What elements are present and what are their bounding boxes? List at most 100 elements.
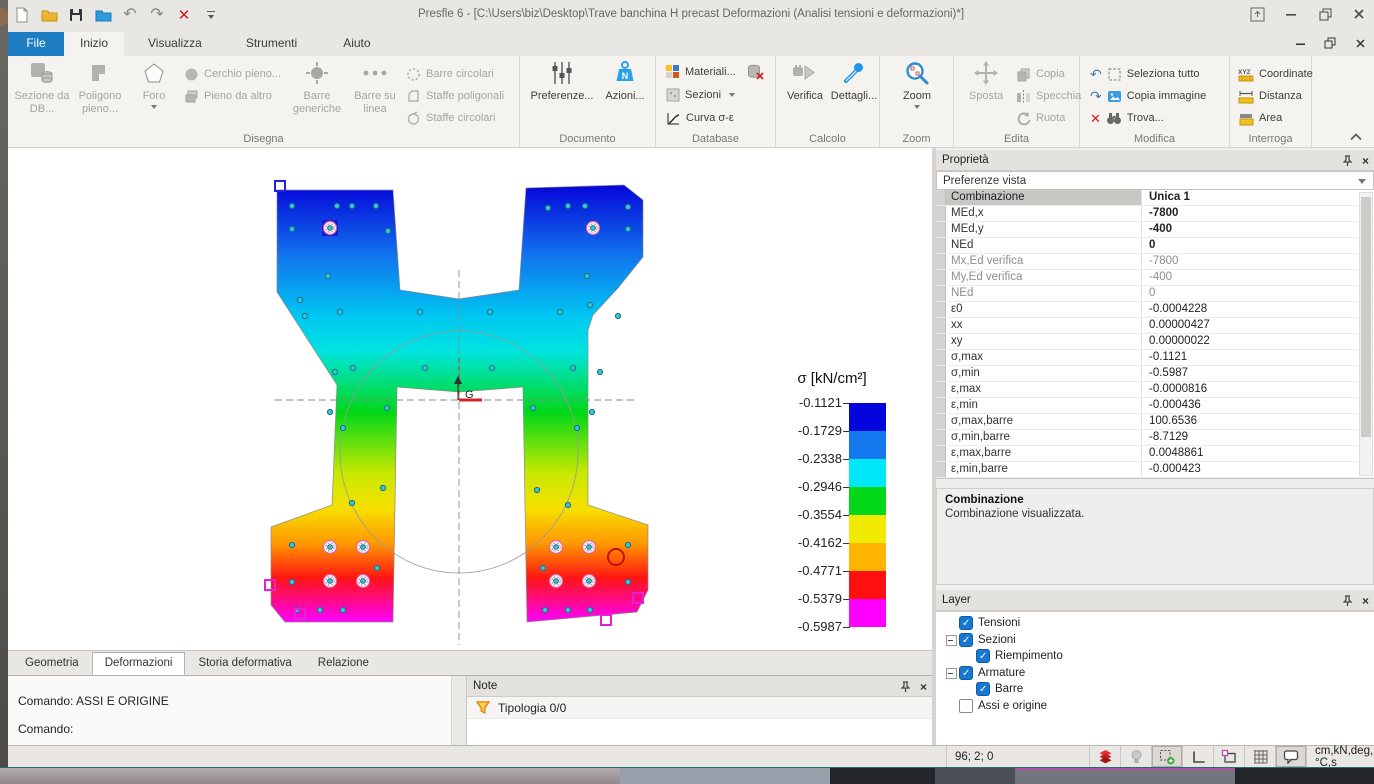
import-folder-icon[interactable] — [93, 5, 113, 25]
materiali-button[interactable]: Materiali... — [666, 62, 764, 82]
property-row[interactable]: MEd,x -7800 — [936, 206, 1374, 222]
sezioni-button[interactable]: Sezioni — [666, 85, 735, 105]
rebar-dot[interactable] — [625, 542, 630, 547]
doc-restore-button[interactable] — [1322, 35, 1338, 51]
property-row[interactable]: ε0 -0.0004228 — [936, 302, 1374, 318]
rebar-dot[interactable] — [557, 309, 562, 314]
restore-button[interactable] — [1316, 5, 1334, 23]
collapse-ribbon-icon[interactable] — [1350, 133, 1362, 141]
tab-strumenti[interactable]: Strumenti — [230, 32, 313, 56]
property-row[interactable]: ε,max -0.0000816 — [936, 382, 1374, 398]
delete-selection-icon[interactable]: ✕ — [1090, 111, 1101, 126]
property-value[interactable]: 0.00000427 — [1142, 318, 1374, 333]
curva-sigma-eps-button[interactable]: Curva σ-ε — [666, 108, 734, 128]
layer-row[interactable]: Sezioni — [944, 632, 1374, 649]
properties-close-icon[interactable]: × — [1362, 154, 1369, 168]
strand-core[interactable] — [328, 579, 333, 584]
strand-core[interactable] — [591, 226, 596, 231]
rebar-dot[interactable] — [422, 365, 427, 370]
tooltip-toggle[interactable] — [1276, 746, 1307, 767]
rebar-dot[interactable] — [582, 203, 587, 208]
rebar-dot[interactable] — [340, 425, 345, 430]
rebar-dot[interactable] — [625, 226, 630, 231]
highlight-toggle[interactable] — [1121, 746, 1152, 767]
redo-icon[interactable]: ↷ — [147, 5, 167, 25]
property-value[interactable]: -400 — [1142, 222, 1374, 237]
undo-arrow-icon[interactable]: ↶ — [1090, 66, 1102, 82]
grid-toggle[interactable] — [1245, 746, 1276, 767]
coordinate-button[interactable]: XYZ Coordinate — [1238, 64, 1313, 84]
property-value[interactable]: -0.000436 — [1142, 398, 1374, 413]
property-value[interactable]: 0 — [1142, 286, 1374, 301]
specchia-button[interactable]: Specchia — [1016, 86, 1081, 106]
sezione-da-db-button[interactable]: Sezione da DB... — [14, 58, 70, 116]
command-panel[interactable]: Comando: ASSI E ORIGINE Comando: — [8, 675, 467, 745]
rebar-dot[interactable] — [327, 409, 332, 414]
rebar-dot[interactable] — [289, 203, 294, 208]
units-indicator[interactable]: cm,kN,deg,°C,s — [1307, 746, 1374, 767]
tree-expand-icon[interactable] — [944, 699, 957, 712]
command-scrollbar[interactable] — [451, 676, 466, 745]
ortho-toggle[interactable] — [1214, 746, 1245, 767]
rebar-dot[interactable] — [487, 309, 492, 314]
layer-row[interactable]: Barre — [944, 681, 1374, 698]
tab-visualizza[interactable]: Visualizza — [132, 32, 218, 56]
doc-minimize-button[interactable] — [1292, 35, 1308, 51]
copia-immagine-button[interactable]: ↷ Copia immagine — [1090, 86, 1206, 106]
layer-close-icon[interactable]: × — [1362, 594, 1369, 608]
property-value[interactable]: -0.0000816 — [1142, 382, 1374, 397]
property-value[interactable]: -0.000423 — [1142, 462, 1374, 477]
rebar-dot[interactable] — [597, 369, 602, 374]
property-value[interactable]: 0.0048861 — [1142, 446, 1374, 461]
layer-checkbox[interactable] — [976, 682, 990, 696]
property-row[interactable]: ε,min,barre -0.000423 — [936, 462, 1374, 478]
selection-grip[interactable] — [275, 181, 285, 191]
axes-toggle[interactable] — [1183, 746, 1214, 767]
property-value[interactable]: 0 — [1142, 238, 1374, 253]
property-value[interactable]: -8.7129 — [1142, 430, 1374, 445]
tree-expand-icon[interactable] — [944, 617, 957, 630]
foro-button[interactable]: Foro — [130, 58, 178, 109]
rebar-dot[interactable] — [374, 565, 379, 570]
property-row[interactable]: Combinazione Unica 1 — [936, 190, 1374, 206]
rebar-dot[interactable] — [384, 405, 389, 410]
view-preferences-select[interactable]: Preferenze vista — [936, 171, 1374, 190]
database-remove-icon[interactable] — [747, 64, 764, 80]
rebar-dot[interactable] — [545, 205, 550, 210]
tab-aiuto[interactable]: Aiuto — [327, 32, 386, 56]
new-file-icon[interactable] — [12, 5, 32, 25]
property-grid-scrollbar[interactable] — [1359, 192, 1373, 476]
rebar-dot[interactable] — [565, 502, 570, 507]
property-value[interactable]: -400 — [1142, 270, 1374, 285]
ruota-button[interactable]: Ruota — [1016, 108, 1065, 128]
azioni-button[interactable]: N Azioni... — [600, 58, 650, 103]
property-row[interactable]: σ,max,barre 100.6536 — [936, 414, 1374, 430]
property-value[interactable]: Unica 1 — [1142, 190, 1374, 205]
rebar-dot[interactable] — [289, 226, 294, 231]
tree-expand-icon[interactable] — [961, 650, 974, 663]
rebar-dot[interactable] — [317, 607, 322, 612]
property-value[interactable]: -0.5987 — [1142, 366, 1374, 381]
property-row[interactable]: Mx,Ed verifica -7800 — [936, 254, 1374, 270]
pieno-da-altro-button[interactable]: Pieno da altro — [184, 86, 272, 106]
layers-toggle[interactable] — [1090, 746, 1121, 767]
rebar-dot[interactable] — [325, 273, 330, 278]
rebar-dot[interactable] — [587, 607, 592, 612]
document-tab[interactable]: Geometria — [12, 652, 92, 675]
tree-expand-icon[interactable] — [944, 633, 957, 646]
tree-expand-icon[interactable] — [944, 666, 957, 679]
rebar-dot[interactable] — [350, 365, 355, 370]
dettagli-button[interactable]: Dettagli... — [830, 58, 878, 103]
property-row[interactable]: My,Ed verifica -400 — [936, 270, 1374, 286]
rebar-dot[interactable] — [373, 203, 378, 208]
command-prompt-line[interactable]: Comando: — [18, 722, 73, 736]
delete-icon[interactable]: ✕ — [174, 5, 194, 25]
layer-row[interactable]: Assi e origine — [944, 698, 1374, 715]
layer-pin-icon[interactable] — [1342, 595, 1352, 607]
property-value[interactable]: -0.0004228 — [1142, 302, 1374, 317]
document-tab[interactable]: Relazione — [305, 652, 382, 675]
strand-core[interactable] — [328, 545, 333, 550]
rebar-dot[interactable] — [340, 607, 345, 612]
rebar-dot[interactable] — [337, 309, 342, 314]
strand-core[interactable] — [554, 545, 559, 550]
